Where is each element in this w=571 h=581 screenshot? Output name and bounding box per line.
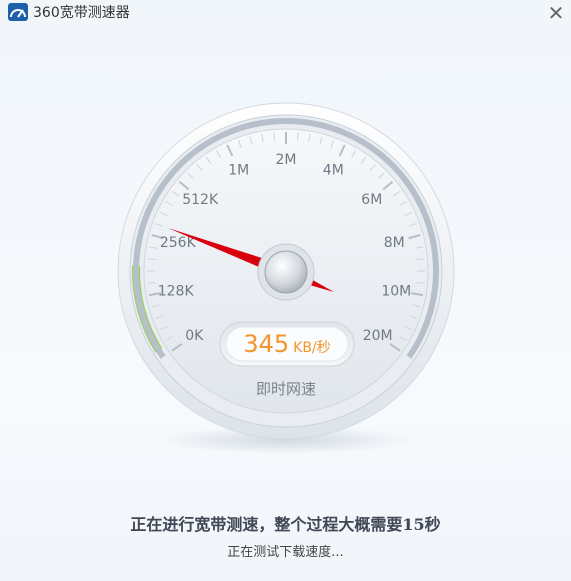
minor-tick	[416, 281, 425, 284]
minor-tick	[416, 258, 425, 261]
scale-label: 10M	[381, 283, 411, 299]
scale-label: 0K	[185, 328, 204, 344]
status-message: 正在进行宽带测速，整个过程大概需要15秒	[130, 515, 441, 534]
speed-readout: 345 KB/秒	[220, 322, 354, 366]
minor-tick	[147, 281, 156, 284]
speed-value: 345	[243, 330, 290, 358]
scale-label: 4M	[323, 163, 344, 179]
scale-label: 512K	[182, 192, 219, 208]
realtime-speed-label: 即时网速	[255, 380, 316, 398]
status-detail: 正在测试下载速度...	[227, 545, 344, 560]
minor-tick	[147, 258, 156, 261]
scale-label: 8M	[384, 235, 405, 251]
scale-label: 6M	[361, 192, 382, 208]
minor-tick	[296, 132, 299, 141]
needle-hub	[264, 250, 308, 294]
speed-gauge: 0K128K256K512K1M2M4M6M8M10M20M	[117, 102, 455, 454]
scale-label: 1M	[228, 163, 249, 179]
scale-label: 128K	[158, 283, 195, 299]
scale-label: 20M	[363, 328, 393, 344]
speed-unit: KB/秒	[293, 340, 331, 356]
minor-tick	[273, 132, 276, 141]
scale-label: 2M	[276, 152, 297, 168]
